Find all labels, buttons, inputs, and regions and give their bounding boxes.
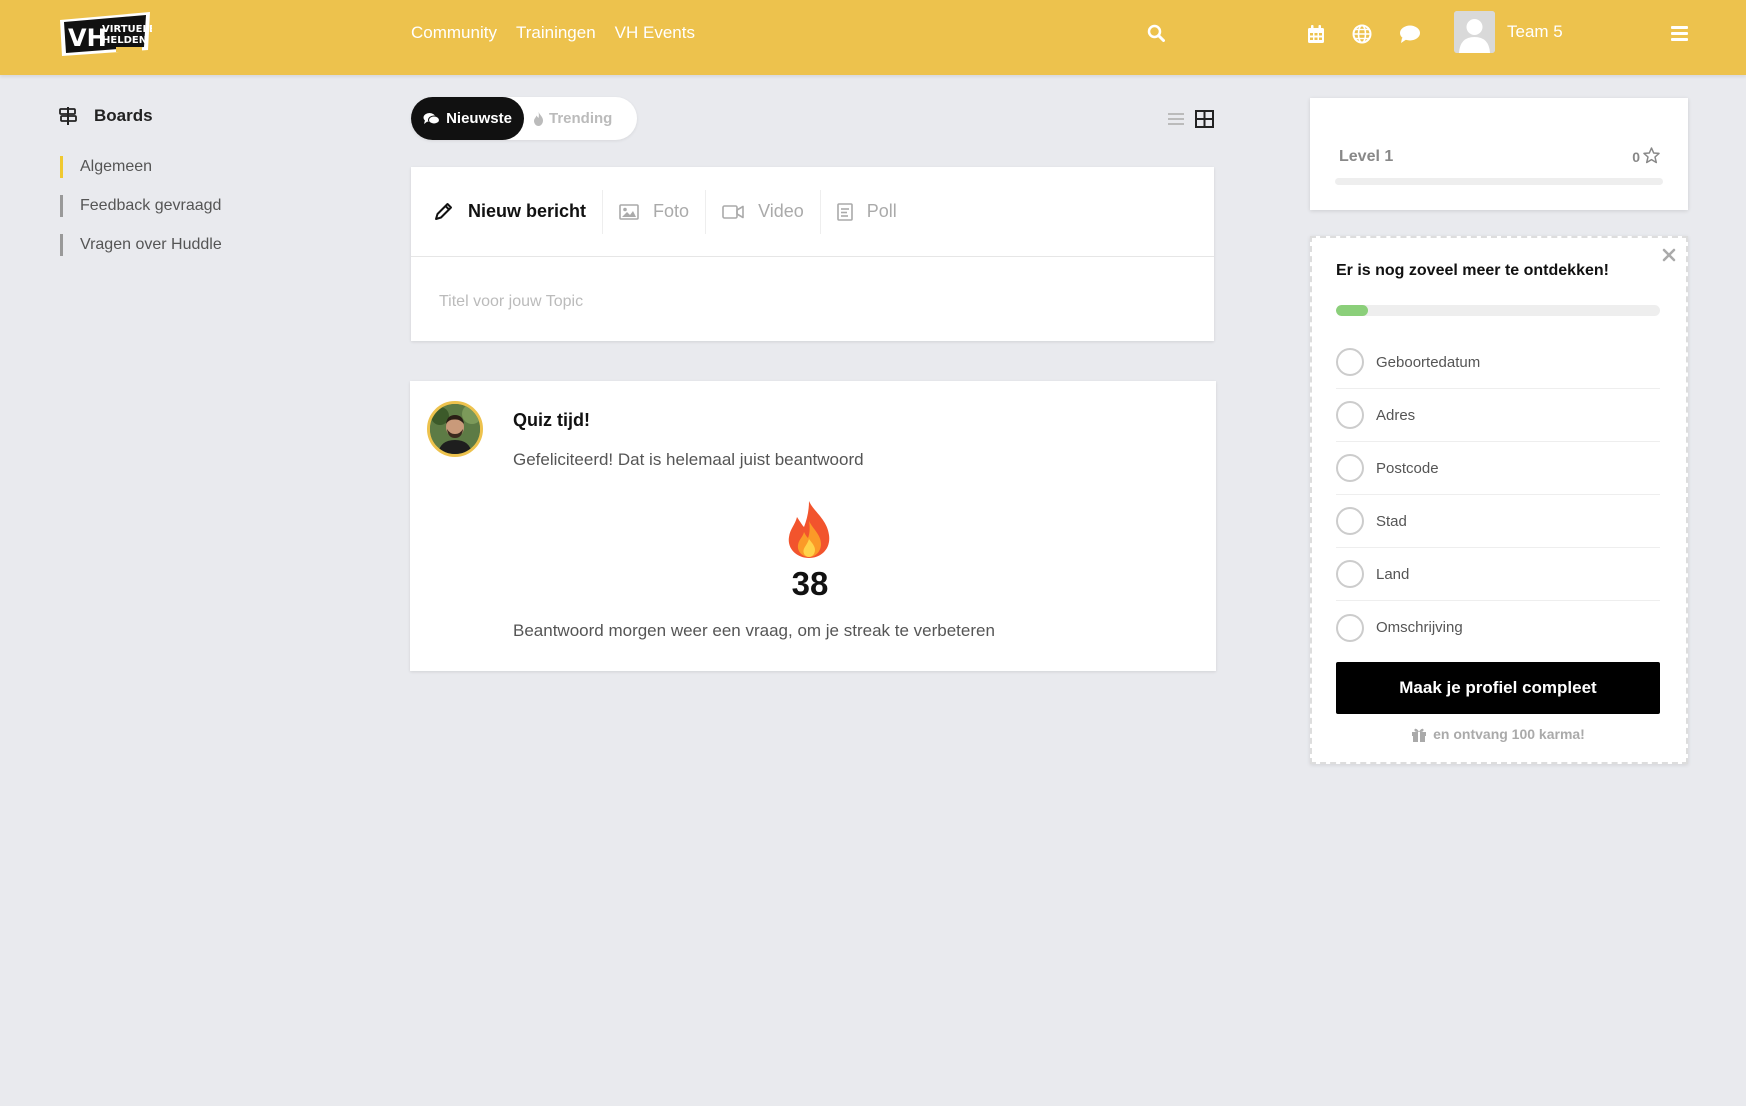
profile-field-list: Geboortedatum Adres Postcode Stad Land O… [1336, 336, 1660, 654]
field-label: Postcode [1376, 459, 1439, 477]
profile-progress-bar [1336, 305, 1660, 316]
nav-community[interactable]: Community [411, 23, 497, 43]
complete-profile-button[interactable]: Maak je profiel compleet [1336, 662, 1660, 714]
field-label: Geboortedatum [1376, 353, 1481, 371]
profile-field-postcode[interactable]: Postcode [1336, 442, 1660, 495]
profile-card-title: Er is nog zoveel meer te ontdekken! [1336, 262, 1609, 279]
board-list: Algemeen Feedback gevraagd Vragen over H… [60, 154, 222, 271]
profile-field-land[interactable]: Land [1336, 548, 1660, 601]
virtuele-helden-logo[interactable]: VH VIRTUELE HELDEN [58, 8, 152, 60]
video-icon [722, 204, 744, 219]
board-item-vragen-over-huddle[interactable]: Vragen over Huddle [60, 232, 222, 258]
board-label: Vragen over Huddle [80, 236, 222, 253]
board-active-indicator [60, 156, 63, 178]
board-label: Algemeen [80, 158, 153, 175]
tab-foto[interactable]: Foto [603, 189, 707, 234]
field-label: Land [1376, 565, 1410, 583]
boards-header: Boards [58, 106, 153, 126]
level-progress-bar [1335, 178, 1663, 185]
calendar-icon[interactable] [1306, 24, 1326, 44]
karma-reward-note: en ontvang 100 karma! [1336, 726, 1660, 742]
profile-completion-card: Er is nog zoveel meer te ontdekken! Gebo… [1310, 236, 1688, 764]
sort-newest-button[interactable]: Nieuwste [411, 97, 524, 140]
tab-label: Poll [866, 201, 897, 221]
top-navigation-bar: VH VIRTUELE HELDEN Community Trainingen … [0, 0, 1746, 75]
grid-view-icon[interactable] [1195, 110, 1214, 128]
sort-trending-button[interactable]: Trending [533, 97, 612, 140]
logo-initials: VH [68, 24, 107, 52]
checkbox-circle[interactable] [1336, 401, 1364, 429]
pencil-icon [435, 203, 452, 220]
image-icon [619, 203, 639, 220]
tab-poll[interactable]: Poll [821, 190, 913, 234]
main-nav: Community Trainingen VH Events [411, 23, 695, 43]
nav-vh-events[interactable]: VH Events [615, 23, 695, 43]
level-card: Level 1 0 [1310, 98, 1688, 210]
gift-icon [1412, 728, 1427, 742]
logo-line-2: HELDEN [102, 35, 147, 46]
karma-count: 0 [1632, 149, 1640, 165]
field-label: Omschrijving [1376, 619, 1463, 636]
composer-tabs: Nieuw bericht Foto Video Poll [411, 167, 1214, 257]
tab-label: Video [758, 201, 804, 221]
tab-nieuw-bericht[interactable]: Nieuw bericht [433, 189, 604, 234]
tab-label: Foto [653, 201, 690, 221]
profile-field-adres[interactable]: Adres [1336, 389, 1660, 442]
level-label: Level 1 [1339, 148, 1394, 165]
logo-line-1: VIRTUELE [102, 24, 152, 35]
author-photo [430, 404, 480, 454]
profile-field-omschrijving[interactable]: Omschrijving [1336, 601, 1660, 654]
chat-icon[interactable] [1399, 24, 1421, 44]
profile-progress-fill [1336, 305, 1369, 316]
board-item-algemeen[interactable]: Algemeen [60, 154, 222, 180]
sort-toggle: Nieuwste Trending [411, 97, 637, 140]
signpost-icon [59, 107, 77, 125]
checkbox-circle[interactable] [1336, 560, 1364, 588]
checkbox-circle[interactable] [1336, 454, 1364, 482]
fire-emoji-icon [788, 501, 830, 558]
profile-field-geboortedatum[interactable]: Geboortedatum [1336, 336, 1660, 389]
quiz-card: Quiz tijd! Gefeliciteerd! Dat is helemaa… [410, 381, 1216, 671]
fire-icon [534, 111, 543, 126]
board-indicator [60, 195, 63, 217]
post-composer: Nieuw bericht Foto Video Poll Titel voor… [411, 167, 1214, 341]
board-label: Feedback gevraagd [80, 197, 222, 214]
poll-icon [836, 202, 853, 221]
sort-trending-label: Trending [549, 110, 613, 127]
tab-video[interactable]: Video [706, 189, 821, 234]
board-item-feedback-gevraagd[interactable]: Feedback gevraagd [60, 193, 222, 219]
list-view-icon[interactable] [1167, 110, 1185, 128]
nav-trainingen[interactable]: Trainingen [516, 23, 596, 43]
quiz-title: Quiz tijd! [513, 410, 590, 430]
topic-title-input[interactable] [439, 287, 1179, 317]
menu-icon[interactable] [1670, 24, 1689, 42]
sort-newest-label: Nieuwste [446, 110, 512, 127]
checkbox-circle[interactable] [1336, 348, 1364, 376]
tab-label: Nieuw bericht [468, 201, 587, 221]
quiz-message: Gefeliciteerd! Dat is helemaal juist bea… [513, 450, 864, 469]
quiz-footer-text: Beantwoord morgen weer een vraag, om je … [513, 621, 995, 640]
comments-icon [423, 112, 441, 124]
reward-text: en ontvang 100 karma! [1433, 726, 1585, 742]
globe-icon[interactable] [1352, 24, 1372, 44]
checkbox-circle[interactable] [1336, 507, 1364, 535]
checkbox-circle[interactable] [1336, 613, 1364, 642]
user-avatar[interactable] [1454, 11, 1495, 53]
team-name[interactable]: Team 5 [1507, 22, 1563, 42]
field-label: Stad [1376, 512, 1407, 530]
close-icon[interactable] [1662, 248, 1676, 262]
star-icon [1643, 147, 1660, 164]
field-label: Adres [1376, 406, 1416, 424]
search-icon[interactable] [1147, 24, 1165, 42]
boards-title: Boards [94, 106, 153, 125]
profile-field-stad[interactable]: Stad [1336, 495, 1660, 548]
default-avatar-icon [1454, 11, 1495, 53]
board-indicator [60, 234, 63, 256]
streak-count: 38 [791, 565, 829, 602]
author-avatar[interactable] [427, 401, 483, 457]
